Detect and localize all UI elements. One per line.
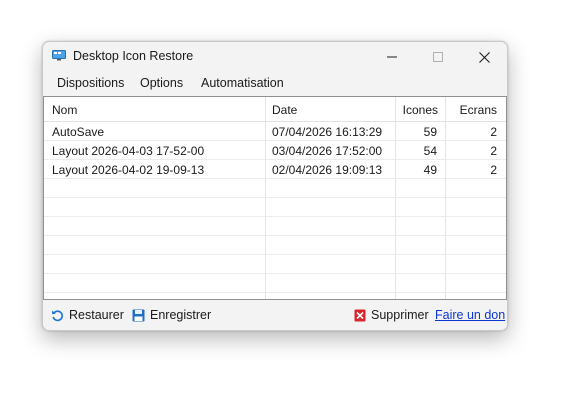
- row-divider: [44, 273, 506, 274]
- cell-icones: 54: [423, 144, 437, 158]
- minimize-icon: [387, 56, 397, 58]
- cell-icones: 59: [423, 125, 437, 139]
- column-header-nom[interactable]: Nom: [52, 103, 77, 117]
- cell-icones: 49: [423, 163, 437, 177]
- delete-label: Supprimer: [371, 308, 429, 322]
- row-divider: [44, 197, 506, 198]
- save-button[interactable]: Enregistrer: [132, 308, 211, 322]
- cell-nom: Layout 2026-04-02 19-09-13: [52, 163, 205, 177]
- row-divider: [44, 216, 506, 217]
- delete-icon: [354, 309, 366, 321]
- cell-ecrans: 2: [490, 144, 497, 158]
- app-window: Desktop Icon Restore Dispositions Option…: [42, 41, 508, 331]
- cell-date: 07/04/2026 16:13:29: [272, 125, 383, 139]
- maximize-icon: [433, 52, 443, 62]
- menu-dispositions[interactable]: Dispositions: [57, 76, 124, 90]
- column-divider: [265, 97, 266, 299]
- row-divider: [44, 159, 506, 160]
- close-icon: [478, 51, 490, 63]
- cell-ecrans: 2: [490, 163, 497, 177]
- header-divider: [44, 121, 506, 122]
- row-divider: [44, 140, 506, 141]
- cell-nom: AutoSave: [52, 125, 105, 139]
- column-header-ecrans[interactable]: Ecrans: [446, 103, 497, 117]
- row-divider: [44, 235, 506, 236]
- title-bar[interactable]: Desktop Icon Restore: [43, 42, 507, 72]
- layouts-listview[interactable]: Nom Date Icones Ecrans AutoSave 07/04/20…: [43, 96, 507, 300]
- menu-bar: Dispositions Options Automatisation: [43, 73, 507, 95]
- window-title: Desktop Icon Restore: [73, 49, 194, 63]
- delete-button[interactable]: Supprimer: [354, 308, 429, 322]
- row-divider: [44, 178, 506, 179]
- close-button[interactable]: [461, 42, 507, 72]
- minimize-button[interactable]: [369, 42, 415, 72]
- bottom-toolbar: Restaurer Enregistrer Supprimer Faire un…: [43, 300, 507, 330]
- row-divider: [44, 292, 506, 293]
- column-header-icones[interactable]: Icones: [396, 103, 438, 117]
- restore-button[interactable]: Restaurer: [51, 308, 124, 322]
- cell-nom: Layout 2026-04-03 17-52-00: [52, 144, 205, 158]
- desktop-monitor-icon: [52, 50, 66, 61]
- menu-automatisation[interactable]: Automatisation: [201, 76, 284, 90]
- maximize-button[interactable]: [415, 42, 461, 72]
- cell-date: 02/04/2026 19:09:13: [272, 163, 383, 177]
- restore-icon: [52, 309, 63, 321]
- donate-link[interactable]: Faire un don: [435, 308, 505, 322]
- save-label: Enregistrer: [150, 308, 212, 322]
- save-icon: [132, 309, 145, 321]
- cell-ecrans: 2: [490, 125, 497, 139]
- menu-options[interactable]: Options: [140, 76, 183, 90]
- column-header-date[interactable]: Date: [272, 103, 297, 117]
- cell-date: 03/04/2026 17:52:00: [272, 144, 383, 158]
- row-divider: [44, 254, 506, 255]
- restore-label: Restaurer: [69, 308, 124, 322]
- donate-link-label: Faire un don: [435, 308, 506, 322]
